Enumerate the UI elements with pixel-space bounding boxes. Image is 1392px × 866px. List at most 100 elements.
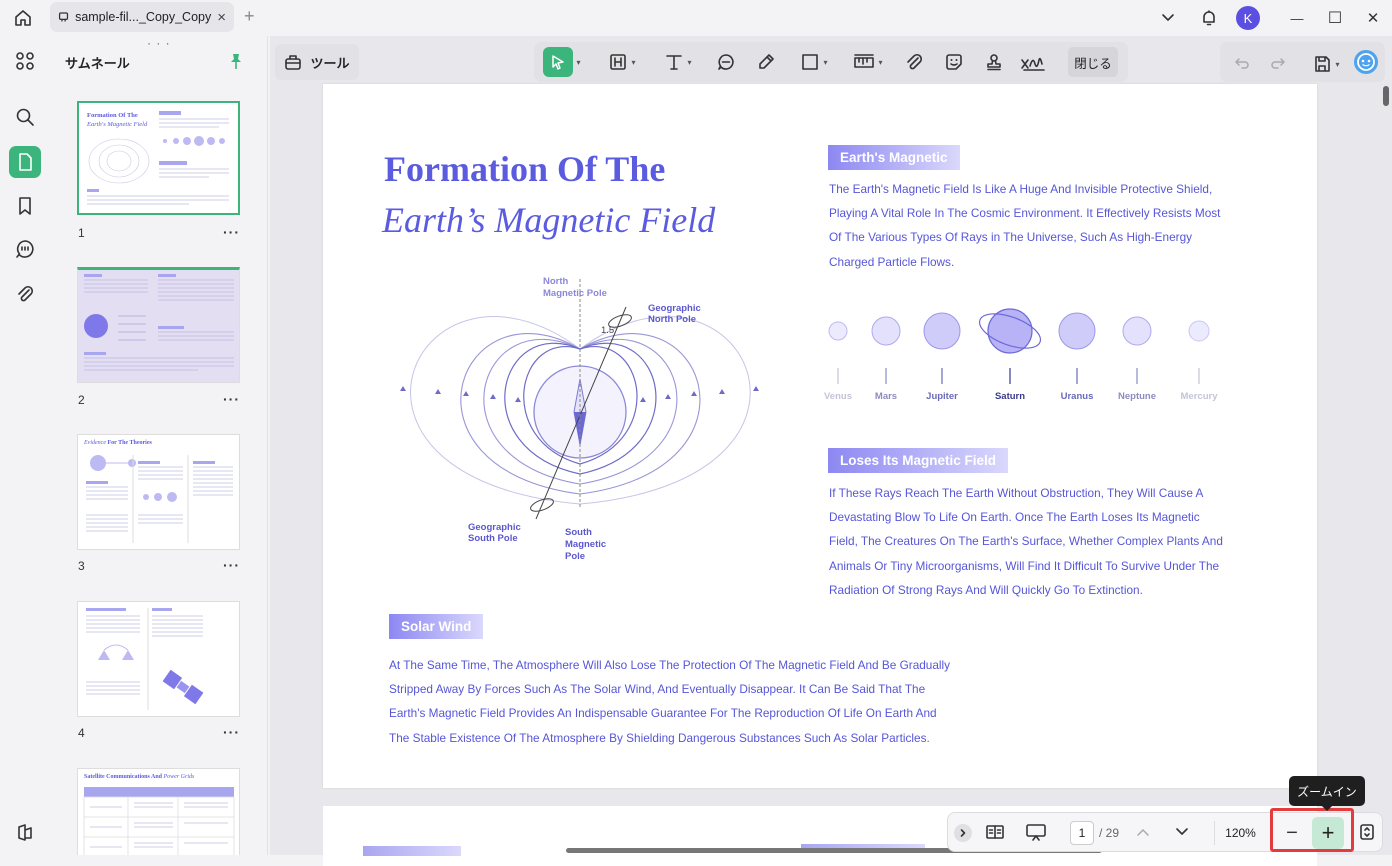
toolbox-icon bbox=[285, 55, 302, 70]
home-button[interactable] bbox=[10, 6, 36, 30]
chevron-down-icon bbox=[1162, 14, 1174, 21]
undo-icon bbox=[1234, 58, 1249, 69]
rail-search-button[interactable] bbox=[9, 101, 41, 133]
thumbnail-page-5[interactable]: Satellite Communications And Power Grids bbox=[77, 768, 240, 855]
avatar: K bbox=[1236, 6, 1260, 30]
thumbnail-more-button[interactable]: ··· bbox=[223, 557, 240, 573]
caret-icon: ▾ bbox=[878, 57, 883, 67]
comment-icon bbox=[16, 240, 34, 258]
minimize-button[interactable]: — bbox=[1284, 6, 1310, 30]
ai-assistant-button[interactable] bbox=[1352, 46, 1380, 78]
text-box-tool[interactable]: ▾ bbox=[602, 46, 642, 78]
stamp-tool[interactable] bbox=[982, 46, 1006, 78]
signature-tool[interactable] bbox=[1018, 46, 1048, 78]
thumbnail-title: Satellite Communications And Power Grids bbox=[84, 774, 195, 780]
redo-button[interactable] bbox=[1266, 48, 1290, 80]
reading-mode-button[interactable] bbox=[982, 819, 1008, 845]
attach-tool[interactable] bbox=[902, 46, 926, 78]
geographic-north-label-2: North Pole bbox=[648, 314, 696, 325]
document-page: Formation Of The Earth’s Magnetic Field … bbox=[323, 84, 1317, 788]
page-number-input[interactable]: 1 bbox=[1070, 821, 1094, 845]
new-tab-button[interactable]: + bbox=[244, 6, 255, 27]
notifications-button[interactable] bbox=[1198, 6, 1220, 30]
undo-button[interactable] bbox=[1230, 48, 1254, 80]
tilt-angle-label: 1.5 bbox=[601, 325, 614, 336]
next-page-button[interactable] bbox=[1171, 819, 1193, 845]
bookmark-icon bbox=[19, 197, 31, 215]
north-magnetic-pole-label-2: Magnetic Pole bbox=[543, 288, 607, 299]
tools-button[interactable]: ツール bbox=[275, 44, 359, 80]
collapse-nav-button[interactable] bbox=[954, 824, 972, 842]
annotation-toolbar: ▾ ▾ ▾ ▾ ▾ 閉じる bbox=[534, 42, 1128, 82]
rail-apps-button[interactable] bbox=[9, 45, 41, 77]
maximize-button[interactable]: ☐ bbox=[1322, 6, 1348, 30]
sticker-tool[interactable] bbox=[942, 46, 966, 78]
rail-bookmarks-button[interactable] bbox=[9, 190, 41, 222]
planet-label-neptune: Neptune bbox=[1118, 391, 1156, 402]
comment-tool[interactable] bbox=[714, 46, 738, 78]
tab-close-button[interactable]: × bbox=[217, 9, 226, 26]
fit-height-icon bbox=[1360, 824, 1374, 840]
tabs-dropdown-button[interactable] bbox=[1158, 6, 1178, 30]
history-toolbar: ▾ bbox=[1220, 42, 1385, 82]
caret-icon: ▾ bbox=[823, 57, 828, 67]
select-tool-caret-icon[interactable]: ▾ bbox=[576, 58, 580, 67]
rail-attachments-button[interactable] bbox=[9, 278, 41, 310]
shape-tool[interactable]: ▾ bbox=[794, 46, 834, 78]
thumbnail-page-number: 2 bbox=[78, 393, 85, 407]
thumbnail-page-number: 1 bbox=[78, 226, 85, 240]
chevron-down-icon bbox=[1176, 828, 1188, 835]
highlighter-icon bbox=[759, 54, 774, 69]
thumbnail-more-button[interactable]: ··· bbox=[223, 224, 240, 240]
fit-page-button[interactable] bbox=[1354, 819, 1380, 845]
book-icon bbox=[986, 825, 1004, 839]
highlighter-tool[interactable] bbox=[754, 46, 778, 78]
rail-comments-button[interactable] bbox=[9, 233, 41, 265]
pdf-file-icon bbox=[58, 12, 69, 22]
pin-panel-button[interactable] bbox=[228, 52, 244, 70]
planet-label-mercury: Mercury bbox=[1180, 391, 1218, 402]
geographic-south-label-1: Geographic bbox=[468, 522, 521, 533]
ai-assistant-icon bbox=[1354, 50, 1378, 74]
user-avatar-button[interactable]: K bbox=[1235, 6, 1261, 30]
planet-label-uranus: Uranus bbox=[1060, 391, 1094, 402]
chevron-up-icon bbox=[1137, 828, 1149, 836]
panel-title: サムネール bbox=[65, 56, 130, 71]
document-tab[interactable]: sample-fil..._Copy_Copy × bbox=[50, 2, 234, 32]
planet-label-saturn: Saturn bbox=[994, 391, 1026, 402]
cursor-icon bbox=[552, 55, 565, 70]
rail-bottom-button[interactable] bbox=[9, 816, 41, 848]
vertical-scrollbar[interactable] bbox=[1383, 86, 1389, 106]
close-window-button[interactable]: ✕ bbox=[1360, 6, 1386, 30]
caret-icon: ▾ bbox=[1335, 59, 1340, 69]
text-tool[interactable]: ▾ bbox=[658, 46, 698, 78]
thumbnail-title: Evidence For The Theories bbox=[84, 440, 152, 446]
south-magnetic-pole-label-2: Magnetic bbox=[565, 539, 606, 550]
title-bar: sample-fil..._Copy_Copy × + K — ☐ ✕ bbox=[0, 0, 1392, 36]
previous-page-button[interactable] bbox=[1132, 819, 1154, 845]
zoom-level[interactable]: 120% bbox=[1214, 821, 1266, 845]
thumbnail-preview bbox=[86, 455, 233, 543]
save-button[interactable]: ▾ bbox=[1306, 48, 1346, 80]
close-tools-button[interactable]: 閉じる bbox=[1068, 47, 1118, 77]
thumbnail-page-4[interactable] bbox=[77, 601, 240, 717]
thumbnail-preview bbox=[87, 111, 229, 205]
rail-thumbnails-button[interactable] bbox=[9, 146, 41, 178]
thumbnail-more-button[interactable]: ··· bbox=[223, 391, 240, 407]
panel-resize-grip[interactable]: · · · bbox=[147, 36, 171, 50]
left-rail bbox=[0, 36, 50, 855]
signature-icon bbox=[1021, 57, 1045, 71]
presentation-button[interactable] bbox=[1022, 819, 1050, 845]
thumbnail-more-button[interactable]: ··· bbox=[223, 724, 240, 740]
thumbnail-page-2[interactable] bbox=[77, 267, 240, 383]
caret-icon: ▾ bbox=[631, 57, 636, 67]
thumbnail-page-number: 3 bbox=[78, 559, 85, 573]
zoom-in-tooltip: ズームイン bbox=[1289, 776, 1365, 811]
text-box-icon bbox=[610, 54, 627, 70]
thumbnail-page-3[interactable]: Evidence For The Theories bbox=[77, 434, 240, 550]
thumbnail-page-1[interactable]: Formation Of The Earth's Magnetic Field bbox=[77, 101, 240, 215]
geographic-south-label-2: South Pole bbox=[468, 533, 518, 544]
magnetic-field-diagram: North Magnetic Pole Geographic North Pol… bbox=[400, 276, 759, 562]
select-tool[interactable]: ▾ bbox=[540, 46, 584, 78]
measure-tool[interactable]: ▾ bbox=[848, 46, 888, 78]
